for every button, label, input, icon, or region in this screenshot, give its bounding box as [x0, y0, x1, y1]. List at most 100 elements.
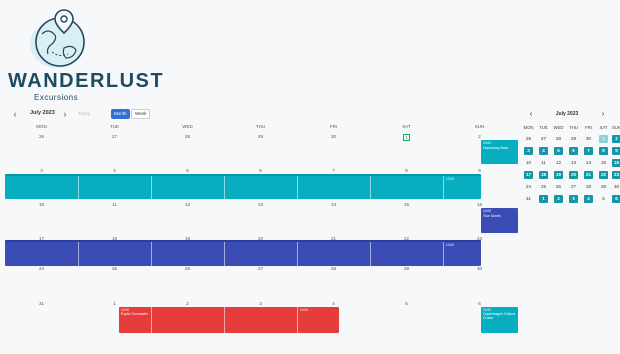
- mini-day-cell[interactable]: 3: [569, 195, 578, 203]
- day-number[interactable]: 25: [78, 266, 151, 271]
- mini-day-cell[interactable]: 26: [524, 135, 533, 143]
- calendar-week: 31 1 2 3 4 5 6 12:00 Explor Cornwater 12…: [5, 301, 518, 334]
- mini-weekday-label: SAT: [599, 125, 608, 130]
- mini-day-cell[interactable]: 28: [554, 135, 563, 143]
- month-view-button[interactable]: Month: [111, 109, 130, 119]
- mini-day-cell[interactable]: 30: [612, 183, 620, 191]
- day-number[interactable]: 7: [297, 168, 370, 173]
- mini-weekday-label: WED: [553, 125, 564, 130]
- event-divider: [297, 307, 298, 333]
- mini-day-cell[interactable]: 4: [584, 195, 593, 203]
- mini-day-cell[interactable]: 21: [584, 171, 593, 179]
- day-number[interactable]: 24: [5, 266, 78, 271]
- day-number[interactable]: 26: [5, 134, 78, 139]
- mini-day-cell[interactable]: 31: [524, 195, 533, 203]
- mini-day-cell[interactable]: 18: [539, 171, 548, 179]
- day-number[interactable]: 26: [151, 266, 224, 271]
- mini-day-cell[interactable]: 5: [554, 147, 563, 155]
- day-number[interactable]: 27: [78, 134, 151, 139]
- mini-day-cell[interactable]: 12: [554, 159, 563, 167]
- mini-next-button[interactable]: ›: [598, 109, 608, 119]
- mini-day-cell[interactable]: 17: [524, 171, 533, 179]
- event-block[interactable]: 10:00 Copenhagen Culture Cruise: [481, 307, 518, 333]
- day-number[interactable]: 13: [224, 202, 297, 207]
- mini-day-cell[interactable]: 23: [612, 171, 620, 179]
- mini-day-cell[interactable]: 1: [599, 135, 608, 143]
- mini-day-cell[interactable]: 24: [524, 183, 533, 191]
- brand-name: WANDERLUST: [8, 70, 165, 92]
- event-block[interactable]: 12:00 Explor Cornwater 12:00: [119, 307, 339, 333]
- prev-month-button[interactable]: ‹: [10, 109, 20, 120]
- mini-day-cell[interactable]: 29: [599, 183, 608, 191]
- day-number[interactable]: 16: [443, 202, 516, 207]
- mini-day-cell[interactable]: 2: [612, 135, 620, 143]
- mini-calendar-header: ‹ July 2023 ›: [524, 109, 616, 119]
- day-number[interactable]: 28: [151, 134, 224, 139]
- day-number[interactable]: 2: [151, 301, 224, 306]
- day-number[interactable]: 3: [224, 301, 297, 306]
- day-number[interactable]: 29: [370, 266, 443, 271]
- day-number[interactable]: 3: [5, 168, 78, 173]
- day-number[interactable]: 11: [78, 202, 151, 207]
- mini-day-cell[interactable]: 6: [612, 195, 620, 203]
- mini-day-cell[interactable]: 4: [539, 147, 548, 155]
- mini-day-cell[interactable]: 27: [569, 183, 578, 191]
- mini-day-cell[interactable]: 7: [584, 147, 593, 155]
- day-number[interactable]: 28: [297, 266, 370, 271]
- event-divider: [224, 176, 225, 199]
- day-number[interactable]: 30: [443, 266, 516, 271]
- day-number[interactable]: 2: [443, 134, 516, 139]
- day-number[interactable]: 12: [151, 202, 224, 207]
- day-number[interactable]: 30: [297, 134, 370, 139]
- mini-day-cell[interactable]: 9: [612, 147, 620, 155]
- mini-day-cell[interactable]: 11: [539, 159, 548, 167]
- day-number[interactable]: 9: [443, 168, 516, 173]
- mini-day-cell[interactable]: 2: [554, 195, 563, 203]
- day-number[interactable]: 15: [370, 202, 443, 207]
- next-month-button[interactable]: ›: [60, 109, 70, 120]
- mini-day-cell[interactable]: 22: [599, 171, 608, 179]
- mini-day-cell[interactable]: 14: [584, 159, 593, 167]
- event-divider: [297, 242, 298, 266]
- today-day-number[interactable]: 1: [370, 134, 443, 141]
- mini-day-cell[interactable]: 8: [599, 147, 608, 155]
- day-number[interactable]: 1: [78, 301, 151, 306]
- event-block[interactable]: 12:00: [5, 240, 481, 266]
- day-number[interactable]: 8: [370, 168, 443, 173]
- event-divider: [151, 307, 152, 333]
- mini-day-cell[interactable]: 29: [569, 135, 578, 143]
- day-number[interactable]: 10: [5, 202, 78, 207]
- mini-day-cell[interactable]: 1: [539, 195, 548, 203]
- event-block[interactable]: 10:00 Tour Sunes: [481, 208, 518, 233]
- day-number[interactable]: 31: [5, 301, 78, 306]
- mini-day-cell[interactable]: 16: [612, 159, 620, 167]
- day-number[interactable]: 27: [224, 266, 297, 271]
- day-number[interactable]: 6: [443, 301, 516, 306]
- day-number[interactable]: 6: [224, 168, 297, 173]
- mini-day-cell[interactable]: 3: [524, 147, 533, 155]
- mini-day-cell[interactable]: 20: [569, 171, 578, 179]
- mini-day-cell[interactable]: 26: [554, 183, 563, 191]
- day-number[interactable]: 14: [297, 202, 370, 207]
- day-number[interactable]: 4: [78, 168, 151, 173]
- mini-day-cell[interactable]: 19: [554, 171, 563, 179]
- mini-day-cell[interactable]: 6: [569, 147, 578, 155]
- mini-day-cell[interactable]: 30: [584, 135, 593, 143]
- mini-day-cell[interactable]: 10: [524, 159, 533, 167]
- event-block[interactable]: 10:00 Hopewaay Bach: [481, 140, 518, 164]
- event-title: Copenhagen Culture Cruise: [483, 312, 516, 320]
- day-number[interactable]: 5: [151, 168, 224, 173]
- mini-day-cell[interactable]: 28: [584, 183, 593, 191]
- day-number[interactable]: 4: [297, 301, 370, 306]
- day-number[interactable]: 5: [370, 301, 443, 306]
- mini-day-cell[interactable]: 15: [599, 159, 608, 167]
- day-number[interactable]: 29: [224, 134, 297, 139]
- mini-day-cell[interactable]: 27: [539, 135, 548, 143]
- today-button[interactable]: Today: [78, 111, 90, 116]
- mini-day-cell[interactable]: 13: [569, 159, 578, 167]
- mini-day-cell[interactable]: 25: [539, 183, 548, 191]
- mini-day-cell[interactable]: 5: [599, 195, 608, 203]
- weekday-label: SAT: [402, 124, 411, 129]
- week-view-button[interactable]: Week: [131, 109, 151, 119]
- event-block[interactable]: 12:00: [5, 174, 481, 199]
